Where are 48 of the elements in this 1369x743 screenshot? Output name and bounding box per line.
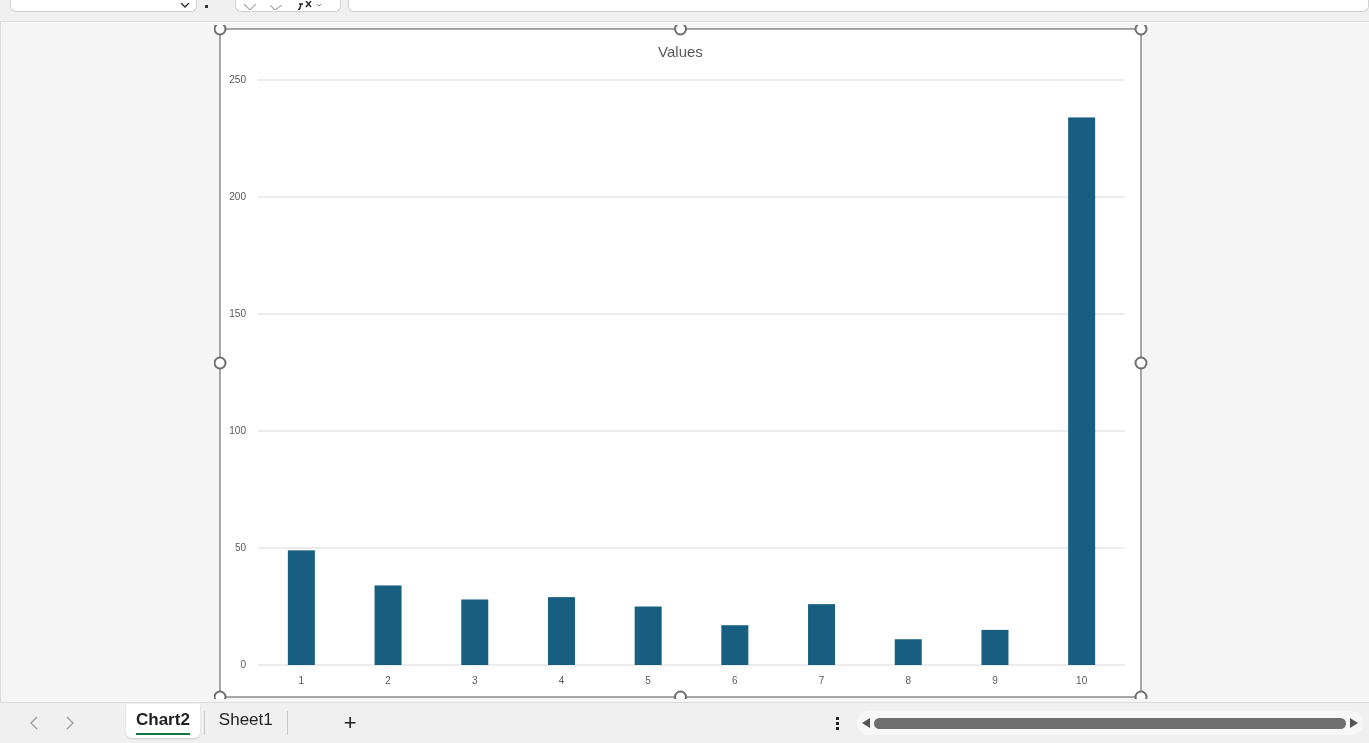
bar[interactable]: [808, 604, 836, 665]
chart-frame[interactable]: [219, 28, 1142, 698]
bar[interactable]: [981, 629, 1009, 665]
axis-label: 6: [732, 675, 738, 686]
resize-handle[interactable]: [214, 25, 227, 36]
axis-label: 8: [905, 675, 912, 686]
more-icon[interactable]: [836, 716, 839, 730]
axis-label: 4: [558, 675, 565, 686]
bar[interactable]: [894, 639, 922, 665]
chart-title: Values: [658, 43, 703, 60]
more-icon[interactable]: [205, 3, 209, 9]
function-icon[interactable]: [296, 1, 322, 10]
sheet-tab[interactable]: Chart2: [126, 704, 200, 738]
axis-label: 5: [645, 675, 651, 686]
axis-label: 150: [229, 308, 246, 319]
bar[interactable]: [461, 599, 489, 665]
bar[interactable]: [287, 550, 315, 665]
scroll-thumb[interactable]: [874, 717, 1346, 729]
bar[interactable]: [374, 585, 402, 665]
right-triangle-icon[interactable]: [1350, 718, 1358, 728]
axis-label: 9: [992, 675, 998, 686]
resize-handle[interactable]: [674, 25, 687, 36]
bar[interactable]: [547, 597, 575, 665]
axis-label: 200: [229, 191, 246, 202]
resize-handle[interactable]: [214, 690, 227, 699]
axis-label: 1: [298, 675, 305, 686]
sheet-tab[interactable]: Sheet1: [208, 704, 283, 738]
resize-handle[interactable]: [214, 356, 227, 370]
axis-label: 250: [229, 74, 246, 85]
formula-input[interactable]: [348, 0, 1369, 12]
check-icon[interactable]: [270, 5, 282, 10]
resize-handle[interactable]: [674, 690, 687, 699]
axis-label: 50: [234, 542, 246, 553]
resize-handle[interactable]: [1134, 25, 1148, 36]
axis-label: 7: [818, 675, 825, 686]
resize-handle[interactable]: [1134, 690, 1148, 699]
horizontal-scrollbar[interactable]: [857, 711, 1363, 735]
axis-label: 0: [240, 659, 246, 670]
axis-label: 3: [471, 675, 478, 686]
axis-label: 100: [229, 425, 246, 436]
chevron-down-icon: [180, 3, 190, 9]
bar[interactable]: [1068, 117, 1096, 665]
axis-label: 2: [385, 675, 391, 686]
add-sheet-button[interactable]: +: [339, 710, 361, 736]
bar[interactable]: [721, 625, 749, 665]
left-triangle-icon[interactable]: [862, 718, 870, 728]
axis-label: 10: [1076, 675, 1088, 686]
resize-handle[interactable]: [1134, 356, 1148, 370]
